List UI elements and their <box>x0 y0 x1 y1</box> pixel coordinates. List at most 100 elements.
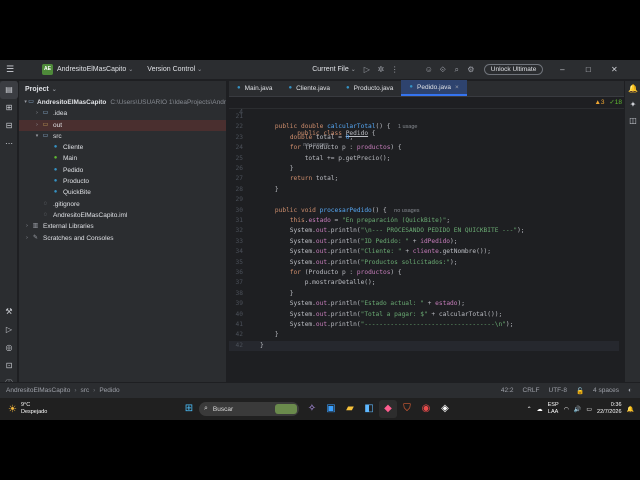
close-icon[interactable]: ✕ <box>601 65 627 74</box>
code-line[interactable]: 37 p.mostrarDetalle(); <box>229 278 619 288</box>
translate-icon[interactable]: ⟐ <box>436 65 450 75</box>
expand-arrow-icon[interactable]: › <box>33 108 41 119</box>
lock-icon[interactable]: 🔓 <box>576 387 584 395</box>
more-run-icon[interactable]: ⋮ <box>388 65 402 74</box>
run-icon[interactable]: ▷ <box>360 65 374 74</box>
notifications-icon[interactable]: 🔔 <box>625 81 640 97</box>
code-line[interactable]: 36 for (Producto p : productos) { <box>229 268 619 278</box>
code-line[interactable]: 40 System.out.println("Total a pagar: $"… <box>229 310 619 320</box>
maximize-icon[interactable]: □ <box>575 65 601 74</box>
code-line[interactable]: 26 } <box>229 164 619 174</box>
unlock-ultimate-button[interactable]: Unlock Ultimate <box>483 64 544 75</box>
settings-gear-icon[interactable]: ⚙ <box>464 65 478 74</box>
tree-item[interactable]: › ▭ .idea <box>19 108 226 119</box>
indent-setting[interactable]: 4 spaces <box>593 387 619 394</box>
code-line[interactable]: 33 System.out.println("ID Pedido: " + id… <box>229 237 619 247</box>
version-control-menu[interactable]: Version Control <box>147 66 195 73</box>
ai-assistant-icon[interactable]: ✦ <box>625 97 640 113</box>
code-line[interactable]: 22 public double calcularTotal() { 1 usa… <box>229 122 619 132</box>
tree-item[interactable]: ● Main <box>19 153 226 164</box>
terminal-icon[interactable]: ⊡ <box>0 357 18 375</box>
breadcrumb-project[interactable]: AndresitoElMasCapito <box>6 387 70 394</box>
code-area[interactable]: 21 22 public double calcularTotal() { 1 u… <box>229 98 629 382</box>
file-encoding[interactable]: UTF-8 <box>549 387 567 394</box>
editor-tab[interactable]: ● Cliente.java <box>280 80 338 96</box>
tree-item[interactable]: ◌ AndresitoElMasCapito.iml <box>19 210 226 221</box>
battery-icon[interactable]: ▭ <box>586 406 592 413</box>
breadcrumb-class[interactable]: Pedido <box>99 387 119 394</box>
code-line[interactable]: 35 System.out.println("Productos solicit… <box>229 258 619 268</box>
expand-arrow-icon[interactable]: ▾ <box>33 131 41 142</box>
weather-widget[interactable]: ☀ 9°C Despejado <box>0 402 180 416</box>
tree-item[interactable]: › ▭ out <box>19 119 226 131</box>
tree-item[interactable]: ● Producto <box>19 176 226 187</box>
code-line[interactable]: 42 } <box>229 330 619 340</box>
commit-icon[interactable]: ⊞ <box>0 99 18 117</box>
notification-bell-icon[interactable]: 🔔 <box>627 406 634 413</box>
tree-item[interactable]: › ▥ External Libraries <box>19 221 226 232</box>
run-configuration[interactable]: Current File <box>312 66 349 73</box>
code-line[interactable]: 42} <box>229 340 619 352</box>
tree-item[interactable]: ● Pedido <box>19 165 226 176</box>
input-language[interactable]: ESP LAA <box>548 402 559 416</box>
code-line[interactable]: 28 } <box>229 185 619 195</box>
code-line[interactable]: 41 System.out.println("-----------------… <box>229 320 619 330</box>
cursor-position[interactable]: 42:2 <box>501 387 514 394</box>
breadcrumb-src[interactable]: src <box>80 387 89 394</box>
code-line[interactable]: 27 return total; <box>229 174 619 184</box>
build-hammer-icon[interactable]: ⚒ <box>0 303 18 321</box>
tree-item[interactable]: ◌ .gitignore <box>19 199 226 210</box>
onedrive-icon[interactable]: ☁ <box>537 406 543 413</box>
tree-item[interactable]: ▾ ▭ src <box>19 131 226 142</box>
editor-tab[interactable]: ● Main.java <box>229 80 280 96</box>
code-line[interactable]: 25 total += p.getPrecio(); <box>229 154 619 164</box>
file-explorer-icon[interactable]: ▰ <box>341 400 359 418</box>
intellij-idea-icon[interactable]: ◆ <box>379 400 397 418</box>
expand-arrow-icon[interactable]: › <box>33 120 41 131</box>
code-line[interactable]: 39 System.out.println("Estado actual: " … <box>229 299 619 309</box>
tray-chevron-up-icon[interactable]: ⌃ <box>527 406 532 413</box>
code-line[interactable]: 31 this.estado = "En preparación (QuickB… <box>229 216 619 226</box>
project-tool-icon[interactable]: ▤ <box>0 81 18 99</box>
brave-browser-icon[interactable]: ⛉ <box>398 400 416 418</box>
editor-tab[interactable]: ● Pedido.java × <box>401 80 467 96</box>
task-view-icon[interactable]: ▣ <box>322 400 340 418</box>
line-separator[interactable]: CRLF <box>523 387 540 394</box>
taskbar-search[interactable]: ⌕ Buscar <box>199 402 299 416</box>
windows-start-icon[interactable]: ⊞ <box>180 400 198 418</box>
volume-icon[interactable]: 🔊 <box>574 406 581 413</box>
code-line[interactable]: 23 double total = 0; <box>229 133 619 143</box>
copilot-icon[interactable]: ✧ <box>303 400 321 418</box>
code-line[interactable]: 24 for (Producto p : productos) { <box>229 143 619 153</box>
debug-icon[interactable]: ✲ <box>374 65 388 74</box>
store-icon[interactable]: ◧ <box>360 400 378 418</box>
tree-item[interactable]: ● Cliente <box>19 142 226 153</box>
project-selector[interactable]: AndresitoElMasCapito <box>57 66 126 73</box>
editor-tab[interactable]: ● Producto.java <box>338 80 401 96</box>
wifi-icon[interactable]: ◠ <box>564 406 569 413</box>
services-icon[interactable]: ◎ <box>0 339 18 357</box>
minimize-icon[interactable]: – <box>549 65 575 74</box>
expand-arrow-icon[interactable]: › <box>23 221 31 232</box>
app-icon[interactable]: ◈ <box>436 400 454 418</box>
clock[interactable]: 0:36 22/7/2026 <box>597 402 621 416</box>
chrome-icon[interactable]: ◉ <box>417 400 435 418</box>
database-icon[interactable]: ◫ <box>625 113 640 129</box>
close-tab-icon[interactable]: × <box>455 84 459 91</box>
search-icon[interactable]: ⌕ <box>450 65 464 75</box>
power-save-icon[interactable]: ◐ <box>628 387 632 394</box>
code-line[interactable]: 38 } <box>229 289 619 299</box>
tree-item[interactable]: › ✎ Scratches and Consoles <box>19 233 226 244</box>
expand-arrow-icon[interactable]: › <box>23 233 31 244</box>
code-line[interactable]: 30 public void procesarPedido() { no usa… <box>229 206 619 216</box>
run-tool-icon[interactable]: ▷ <box>0 321 18 339</box>
code-line[interactable]: 34 System.out.println("Cliente: " + clie… <box>229 247 619 257</box>
code-line[interactable]: 21 <box>229 112 619 122</box>
main-menu-icon[interactable]: ☰ <box>2 64 18 75</box>
code-line[interactable]: 29 <box>229 195 619 205</box>
account-icon[interactable]: ☺ <box>422 65 436 74</box>
more-tools-icon[interactable]: ⋯ <box>0 135 18 153</box>
tree-item[interactable]: ▾ ▭ AndresitoElMasCapito C:\Users\USUARIO 1… <box>19 97 226 108</box>
tree-item[interactable]: ● QuickBite <box>19 187 226 198</box>
code-line[interactable]: 32 System.out.println("\n--- PROCESANDO … <box>229 226 619 236</box>
